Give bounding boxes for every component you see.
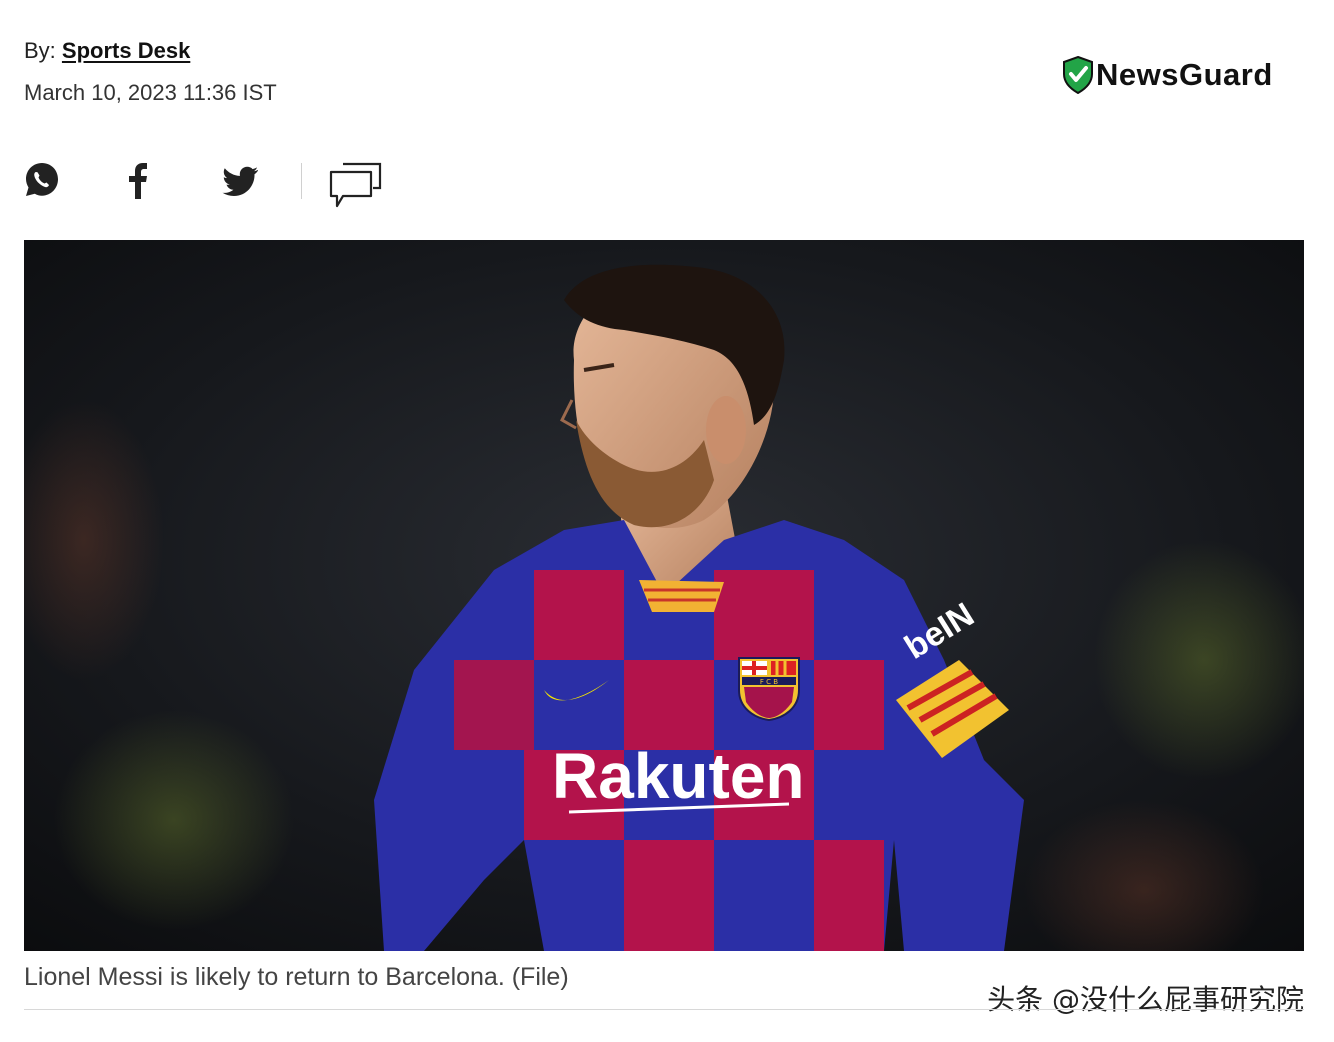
share-divider bbox=[301, 163, 302, 199]
byline-prefix: By: bbox=[24, 38, 56, 63]
shield-check-icon bbox=[1063, 56, 1093, 94]
comments-icon bbox=[329, 162, 382, 208]
facebook-share-button[interactable] bbox=[124, 160, 152, 207]
whatsapp-icon bbox=[26, 163, 58, 196]
facebook-icon bbox=[129, 163, 147, 199]
article-photo: F C B Rakuten beIN bbox=[24, 240, 1304, 951]
watermark: 头条 @没什么屁事研究院 bbox=[987, 983, 1304, 1016]
newsguard-label: NewsGuard bbox=[1096, 57, 1273, 92]
shirt-sponsor: Rakuten bbox=[552, 740, 805, 812]
comments-button[interactable] bbox=[329, 160, 383, 217]
publish-date: March 10, 2023 11:36 IST bbox=[24, 80, 277, 105]
author-link[interactable]: Sports Desk bbox=[62, 38, 190, 63]
whatsapp-share-button[interactable] bbox=[24, 160, 60, 205]
byline: By: Sports Desk bbox=[24, 38, 190, 64]
messi-photo: F C B Rakuten beIN bbox=[24, 240, 1304, 951]
newsguard-badge[interactable]: NewsGuard bbox=[1062, 56, 1273, 94]
twitter-icon bbox=[222, 166, 258, 196]
photo-caption: Lionel Messi is likely to return to Barc… bbox=[24, 963, 569, 991]
caption-rule bbox=[24, 1009, 1304, 1010]
club-crest: F C B bbox=[738, 657, 800, 722]
crest-text: F C B bbox=[760, 678, 778, 686]
twitter-share-button[interactable] bbox=[222, 160, 260, 205]
